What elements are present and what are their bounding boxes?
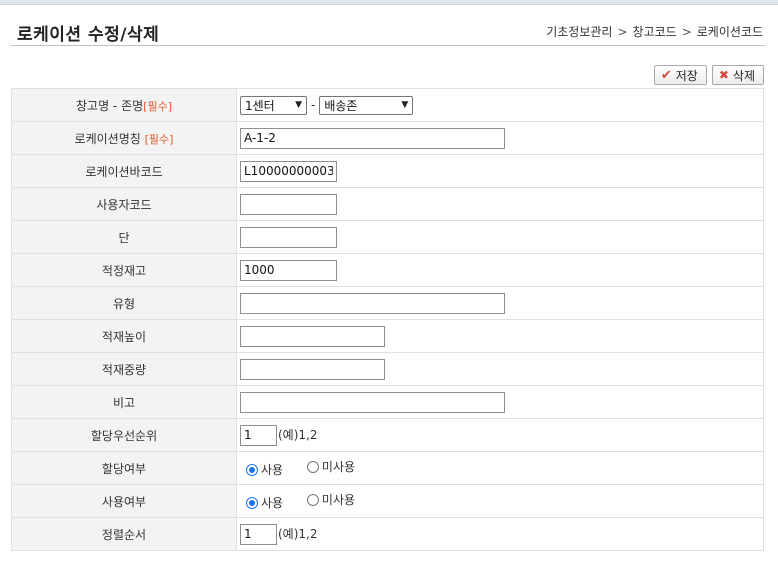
use-flag-radio-use[interactable]: 사용: [246, 494, 283, 511]
zone-select[interactable]: 배송존 ▼: [319, 95, 414, 115]
field-value-cell: [236, 121, 764, 155]
form-row-type: 유형: [11, 286, 764, 320]
action-buttons: ✔ 저장 ✖ 삭제: [653, 65, 764, 85]
field-value-cell: [236, 385, 764, 419]
check-icon: ✔: [660, 67, 672, 83]
location-barcode-input[interactable]: [240, 160, 337, 182]
radio-dot-icon: [246, 463, 258, 476]
field-value-cell: [236, 286, 764, 320]
field-value-cell: (예)1,2: [236, 418, 764, 452]
field-value-cell: [236, 154, 764, 188]
chevron-down-icon: ▼: [401, 100, 409, 110]
field-value-cell: [236, 187, 764, 221]
use-flag-radio-unuse[interactable]: 미사용: [306, 491, 356, 508]
radio-label: 미사용: [321, 460, 356, 474]
field-value-cell: [236, 220, 764, 254]
alloc-flag-label: 할당여부: [11, 451, 237, 485]
alloc-flag-radio-use[interactable]: 사용: [246, 461, 283, 478]
warehouse-zone-label: 창고명 - 존명: [76, 98, 144, 113]
type-input[interactable]: [240, 292, 505, 314]
dash-separator: -: [311, 97, 316, 112]
zone-select-value: 배송존: [324, 98, 358, 113]
form-row-sort-order: 정렬순서 (예)1,2: [11, 517, 764, 551]
alloc-priority-label: 할당우선순위: [11, 418, 237, 452]
field-value-cell: [236, 319, 764, 353]
user-code-label: 사용자코드: [11, 187, 237, 221]
chevron-down-icon: ▼: [295, 100, 302, 110]
form-row-stack-weight: 적재중량: [11, 352, 764, 386]
field-label-cell: 창고명 - 존명[필수]: [11, 88, 237, 122]
proper-stock-input[interactable]: [240, 259, 337, 281]
page-title: 로케이션 수정/삭제: [17, 25, 160, 45]
form-row-alloc-flag: 할당여부 사용 미사용: [11, 451, 764, 485]
sort-order-label: 정렬순서: [11, 517, 237, 551]
required-tag: [필수]: [143, 99, 172, 113]
form-row-proper-stock: 적정재고: [11, 253, 764, 287]
stack-height-label: 적재높이: [11, 319, 237, 353]
field-value-cell: (예)1,2: [236, 517, 764, 551]
top-accent-bar: [0, 0, 778, 5]
delete-button-label: 삭제: [732, 68, 755, 83]
location-name-label: 로케이션명칭: [74, 131, 141, 146]
location-name-input[interactable]: [240, 127, 505, 149]
sort-order-input[interactable]: [240, 523, 277, 545]
stack-weight-input[interactable]: [240, 358, 385, 380]
remarks-input[interactable]: [240, 391, 505, 413]
radio-dot-icon: [246, 496, 258, 509]
tier-label: 단: [11, 220, 237, 254]
field-value-cell: 1센터 ▼ - 배송존 ▼: [236, 88, 764, 122]
form-row-user-code: 사용자코드: [11, 187, 764, 221]
save-button-label: 저장: [675, 68, 698, 83]
center-select[interactable]: 1센터 ▼: [240, 95, 307, 115]
location-form: 창고명 - 존명[필수] 1센터 ▼ - 배송존 ▼ 로케이션명칭 [필수] 로…: [11, 88, 764, 551]
field-value-cell: [236, 253, 764, 287]
close-icon: ✖: [718, 68, 729, 82]
field-label-cell: 로케이션명칭 [필수]: [11, 121, 237, 155]
proper-stock-label: 적정재고: [11, 253, 237, 287]
breadcrumb-item-location-code[interactable]: 로케이션코드: [697, 25, 763, 39]
sort-order-hint: (예)1,2: [278, 527, 318, 541]
location-barcode-label: 로케이션바코드: [11, 154, 237, 188]
breadcrumb-item-basic-info[interactable]: 기초정보관리: [546, 25, 612, 39]
field-value-cell: 사용 미사용: [236, 451, 764, 485]
radio-dot-icon: [306, 460, 319, 473]
center-select-value: 1센터: [245, 98, 275, 113]
header-divider: [11, 45, 765, 46]
alloc-flag-radio-unuse[interactable]: 미사용: [306, 458, 356, 475]
form-row-remarks: 비고: [11, 385, 764, 419]
form-row-stack-height: 적재높이: [11, 319, 764, 353]
form-row-warehouse: 창고명 - 존명[필수] 1센터 ▼ - 배송존 ▼: [11, 88, 764, 122]
radio-label: 미사용: [321, 493, 356, 507]
stack-height-input[interactable]: [240, 325, 385, 347]
type-label: 유형: [11, 286, 237, 320]
user-code-input[interactable]: [240, 193, 337, 215]
form-row-use-flag: 사용여부 사용 미사용: [11, 484, 764, 518]
field-value-cell: [236, 352, 764, 386]
save-button[interactable]: ✔ 저장: [653, 65, 707, 85]
use-flag-label: 사용여부: [11, 484, 237, 518]
radio-label: 사용: [261, 496, 284, 510]
breadcrumb-separator: >: [617, 25, 628, 39]
delete-button[interactable]: ✖ 삭제: [711, 65, 764, 85]
required-tag: [필수]: [144, 132, 174, 146]
stack-weight-label: 적재중량: [11, 352, 237, 386]
radio-label: 사용: [261, 463, 284, 477]
breadcrumb: 기초정보관리 > 창고코드 > 로케이션코드: [546, 23, 763, 40]
form-row-location-barcode: 로케이션바코드: [11, 154, 764, 188]
alloc-priority-hint: (예)1,2: [278, 428, 318, 442]
breadcrumb-separator: >: [681, 25, 692, 39]
form-row-tier: 단: [11, 220, 764, 254]
remarks-label: 비고: [11, 385, 237, 419]
alloc-priority-input[interactable]: [240, 424, 277, 446]
tier-input[interactable]: [240, 226, 337, 248]
breadcrumb-item-warehouse-code[interactable]: 창고코드: [633, 25, 677, 39]
radio-dot-icon: [306, 493, 319, 506]
field-value-cell: 사용 미사용: [236, 484, 764, 518]
form-row-location-name: 로케이션명칭 [필수]: [11, 121, 764, 155]
form-row-alloc-priority: 할당우선순위 (예)1,2: [11, 418, 764, 452]
